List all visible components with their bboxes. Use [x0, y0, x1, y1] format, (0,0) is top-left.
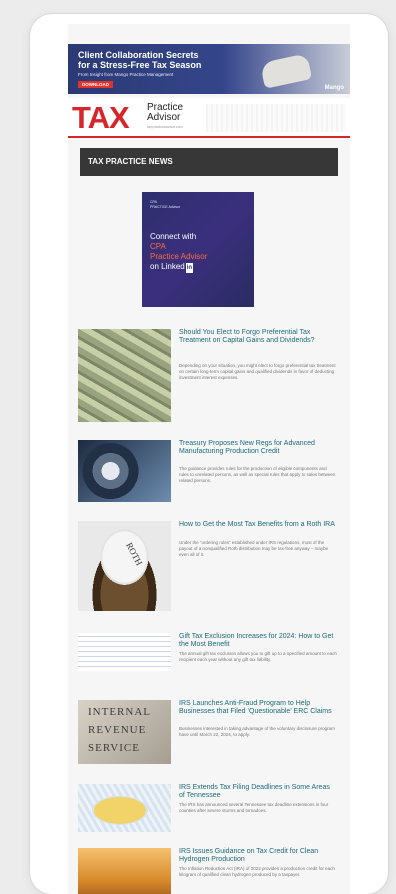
logo-background-pattern	[206, 104, 346, 132]
banner-subtitle: From Insight from Mango Practice Managem…	[78, 72, 174, 77]
roth-egg-label: ROTH	[124, 540, 145, 568]
article-summary: Businesses interested in taking advantag…	[179, 726, 335, 737]
article-title[interactable]: IRS Launches Anti-Fraud Program to Help …	[179, 700, 337, 716]
article-item[interactable]: Should You Elect to Forgo Preferential T…	[78, 329, 340, 425]
banner-headline: Client Collaboration Secrets for a Stres…	[78, 50, 248, 70]
article-summary: The IRS has announced several Tennessee …	[179, 802, 329, 813]
logo-tax-word: TAX	[72, 100, 130, 135]
sponsor-banner[interactable]: Client Collaboration Secrets for a Stres…	[68, 44, 350, 94]
ad-line3: Practice Advisor	[150, 252, 208, 261]
roth-egg-image[interactable]: ROTH	[78, 521, 171, 611]
article-item[interactable]: Gift Tax Exclusion Increases for 2024: H…	[78, 633, 340, 673]
banner-headline-line2: for a Stress-Free Tax Season	[78, 60, 202, 70]
linkedin-icon: in	[185, 263, 194, 273]
ad-line2: CPA	[150, 242, 166, 251]
handshake-image	[259, 53, 313, 89]
article-title[interactable]: Treasury Proposes New Regs for Advanced …	[179, 440, 337, 456]
banner-headline-line1: Client Collaboration Secrets	[78, 50, 199, 60]
article-title[interactable]: Should You Elect to Forgo Preferential T…	[179, 329, 337, 345]
masthead-logo[interactable]: TAX Practice Advisor taxpracticeadvisor.…	[68, 98, 350, 138]
article-title[interactable]: Gift Tax Exclusion Increases for 2024: H…	[179, 633, 337, 649]
article-item[interactable]: INTERNAL REVENUE SERVICE IRS Launches An…	[78, 700, 340, 766]
article-item[interactable]: Treasury Proposes New Regs for Advanced …	[78, 440, 340, 506]
ad-line4: on Linked in	[150, 262, 194, 273]
section-header: TAX PRACTICE NEWS	[80, 148, 338, 176]
article-item[interactable]: IRS Extends Tax Filing Deadlines in Some…	[78, 784, 340, 834]
hydrogen-plant-image[interactable]	[78, 848, 171, 894]
logo-url: taxpracticeadvisor.com	[147, 125, 183, 129]
article-title[interactable]: IRS Extends Tax Filing Deadlines in Some…	[179, 784, 337, 800]
masthead-rule	[68, 136, 350, 138]
ad-logo-cpa: CPA	[150, 200, 157, 204]
irs-sign-line2: REVENUE	[88, 724, 147, 736]
linkedin-ad[interactable]: CPA PRACTICE Advisor Connect with CPA Pr…	[142, 192, 254, 307]
article-item[interactable]: IRS Issues Guidance on Tax Credit for Cl…	[78, 848, 340, 894]
logo-advisor: Advisor	[147, 112, 181, 123]
article-summary: Under the “ordering rules” established u…	[179, 540, 329, 557]
ad-on-text: on	[150, 262, 159, 271]
tax-form-image[interactable]	[78, 633, 171, 671]
irs-sign-image[interactable]: INTERNAL REVENUE SERVICE	[78, 700, 171, 764]
article-summary: The guidance provides rules for the prod…	[179, 466, 336, 483]
mango-logo: Mango	[324, 85, 344, 91]
phone-frame: Client Collaboration Secrets for a Stres…	[30, 14, 388, 894]
money-stack-image[interactable]	[78, 329, 171, 422]
tennessee-map-image[interactable]	[78, 784, 171, 832]
newsletter-email: Client Collaboration Secrets for a Stres…	[68, 24, 350, 894]
ad-logo-practice-advisor: PRACTICE Advisor	[150, 205, 181, 209]
irs-sign-line3: SERVICE	[88, 742, 140, 754]
gears-image[interactable]	[78, 440, 171, 502]
download-button[interactable]: DOWNLOAD	[78, 81, 113, 88]
article-title[interactable]: How to Get the Most Tax Benefits from a …	[179, 521, 337, 529]
article-summary: Depending on your situation, you might e…	[179, 363, 336, 380]
article-summary: The annual gift tax exclusion allows you…	[179, 651, 337, 662]
irs-sign-line1: INTERNAL	[88, 706, 151, 718]
article-summary: The Inflation Reduction Act (IRA) of 202…	[179, 866, 335, 877]
article-item[interactable]: ROTH How to Get the Most Tax Benefits fr…	[78, 521, 340, 615]
article-title[interactable]: IRS Issues Guidance on Tax Credit for Cl…	[179, 848, 337, 864]
ad-line1: Connect with	[150, 232, 197, 241]
ad-linkedin-text: Linked	[161, 262, 185, 271]
